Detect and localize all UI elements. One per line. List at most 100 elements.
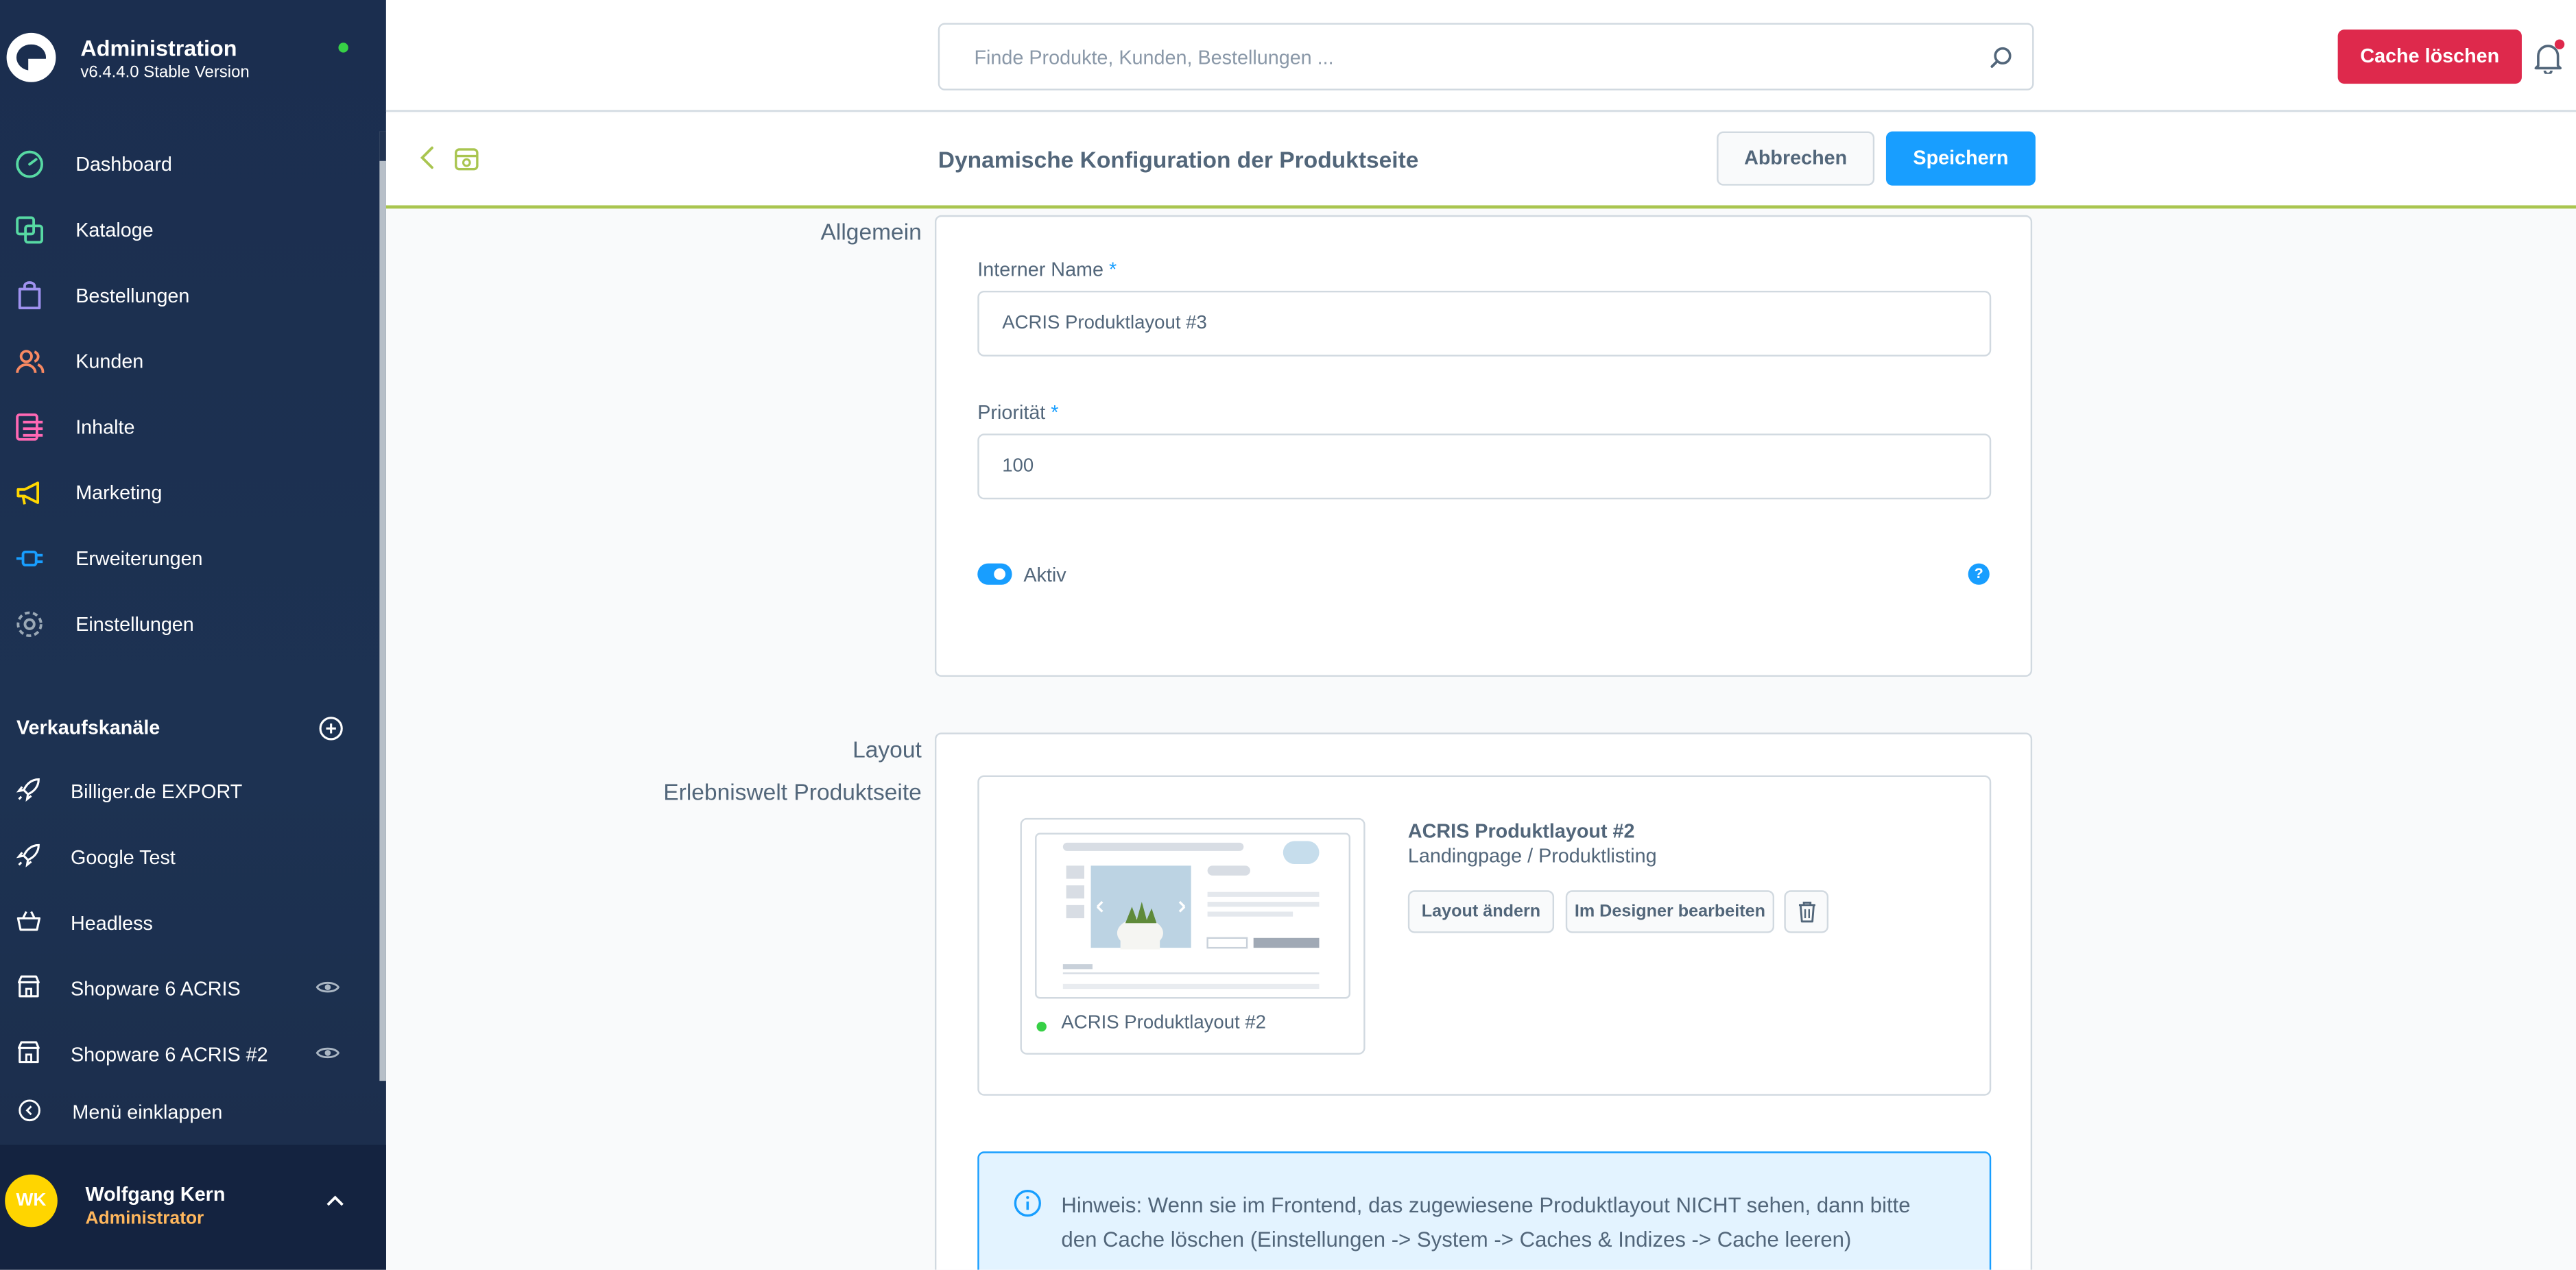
sidebar-item-content[interactable]: Inhalte — [0, 394, 379, 460]
sales-channel-item[interactable]: Shopware 6 ACRIS — [0, 955, 379, 1020]
sidebar-item-label: Einstellungen — [75, 612, 194, 636]
sales-channel-item[interactable]: Billiger.de EXPORT — [0, 757, 379, 823]
general-card: Interner Name * ACRIS Produktlayout #3 P… — [934, 215, 2033, 677]
edit-in-designer-button[interactable]: Im Designer bearbeiten — [1565, 890, 1775, 933]
layout-assignment: ACRIS Produktlayout #2 ACRIS Produktlayo… — [977, 775, 1992, 1096]
layout-preview-card[interactable]: ACRIS Produktlayout #2 — [1020, 817, 1365, 1055]
user-profile[interactable]: WK Wolfgang Kern Administrator — [0, 1145, 386, 1270]
assigned-layout-name: ACRIS Produktlayout #2 — [1407, 819, 1635, 843]
customers-icon — [16, 350, 45, 374]
top-bar: Cache löschen — [385, 0, 2576, 112]
internal-name-label: Interner Name * — [977, 258, 1117, 281]
eye-icon[interactable] — [315, 979, 340, 996]
sidebar-app-title: Administration — [80, 36, 237, 61]
sidebar-item-catalog[interactable]: Kataloge — [0, 197, 379, 263]
sidebar-item-label: Inhalte — [75, 416, 135, 439]
layout-preview-image — [1035, 832, 1351, 999]
sales-channel-item[interactable]: Shopware 6 ACRIS #2 — [0, 1020, 379, 1086]
sidebar-item-settings[interactable]: Einstellungen — [0, 591, 379, 657]
sidebar-item-orders[interactable]: Bestellungen — [0, 263, 379, 328]
cancel-button[interactable]: Abbrechen — [1717, 131, 1875, 186]
priority-label-text: Priorität — [977, 400, 1046, 424]
save-button[interactable]: Speichern — [1885, 131, 2036, 186]
content-icon — [16, 413, 43, 441]
assigned-layout-type: Landingpage / Produktlisting — [1407, 844, 1657, 867]
section-label-general: Allgemein — [820, 218, 922, 245]
sales-channel-item[interactable]: Headless — [0, 889, 379, 955]
sidebar-item-dashboard[interactable]: Dashboard — [0, 132, 379, 197]
sales-channel-item[interactable]: Google Test — [0, 823, 379, 889]
remove-layout-button[interactable] — [1784, 890, 1829, 933]
internal-name-field[interactable]: ACRIS Produktlayout #3 — [977, 290, 1992, 357]
active-label: Aktiv — [1023, 563, 1066, 587]
info-notice: Hinweis: Wenn sie im Frontend, das zugew… — [977, 1151, 1992, 1270]
preview-layout-name: ACRIS Produktlayout #2 — [1061, 1013, 1267, 1033]
dashboard-icon — [16, 150, 43, 178]
search-icon[interactable] — [1990, 46, 2013, 69]
help-icon[interactable]: ? — [1968, 563, 1990, 585]
orders-icon — [18, 281, 41, 310]
required-marker: * — [1051, 400, 1059, 424]
layout-thumbnail — [1062, 841, 1320, 990]
sales-channel-label: Billiger.de EXPORT — [71, 780, 243, 804]
sidebar-item-customers[interactable]: Kunden — [0, 328, 379, 394]
user-name: Wolfgang Kern — [85, 1182, 226, 1206]
shopware-logo[interactable] — [6, 32, 56, 82]
priority-field[interactable]: 100 — [977, 433, 1992, 500]
storefront-icon — [17, 1041, 40, 1064]
sales-channel-label: Shopware 6 ACRIS — [71, 977, 241, 1001]
back-arrow-icon[interactable] — [419, 145, 436, 171]
cms-module-icon — [455, 148, 479, 171]
info-icon — [1014, 1189, 1041, 1217]
info-notice-text: Hinweis: Wenn sie im Frontend, das zugew… — [1061, 1193, 1911, 1252]
rocket-icon — [16, 843, 40, 867]
collapse-menu-button[interactable]: Menü einklappen — [0, 1089, 379, 1135]
sidebar-version: v6.4.4.0 Stable Version — [80, 64, 250, 82]
sidebar-item-label: Kataloge — [75, 218, 154, 242]
trash-icon — [1798, 901, 1815, 923]
change-layout-button[interactable]: Layout ändern — [1407, 890, 1555, 933]
admin-sidebar: Administration v6.4.4.0 Stable Version D… — [0, 0, 386, 1270]
rocket-icon — [16, 778, 40, 802]
section-label-layout: Layout — [852, 736, 922, 763]
catalog-icon — [16, 216, 43, 244]
search-input[interactable] — [941, 26, 1960, 87]
marketing-icon — [16, 481, 40, 505]
sidebar-item-label: Kunden — [75, 350, 144, 373]
sidebar-item-marketing[interactable]: Marketing — [0, 460, 379, 526]
settings-icon — [16, 611, 43, 637]
storefront-icon — [17, 975, 40, 998]
sidebar-item-label: Erweiterungen — [75, 547, 203, 571]
smart-bar: Dynamische Konfiguration der Produktseit… — [385, 113, 2576, 209]
chevron-up-icon[interactable] — [325, 1194, 345, 1207]
section-sublabel-layout: Erlebniswelt Produktseite — [663, 778, 922, 805]
internal-name-label-text: Interner Name — [977, 258, 1104, 281]
basket-icon — [16, 911, 41, 931]
sidebar-header: Administration v6.4.4.0 Stable Version — [0, 0, 379, 115]
status-online-indicator — [338, 43, 348, 53]
sidebar-item-extensions[interactable]: Erweiterungen — [0, 526, 379, 592]
avatar: WK — [5, 1174, 58, 1227]
add-sales-channel-icon[interactable] — [319, 716, 344, 741]
page-title: Dynamische Konfiguration der Produktseit… — [938, 146, 1419, 173]
main-content: Allgemein Interner Name * ACRIS Produktl… — [386, 211, 2576, 1270]
layout-card: ACRIS Produktlayout #2 ACRIS Produktlayo… — [934, 732, 2033, 1270]
sidebar-item-label: Marketing — [75, 481, 163, 505]
clear-cache-button[interactable]: Cache löschen — [2337, 29, 2522, 84]
extensions-icon — [16, 550, 43, 566]
notification-badge — [2554, 39, 2565, 49]
sales-channel-label: Headless — [71, 911, 153, 935]
required-marker: * — [1109, 258, 1117, 281]
active-toggle[interactable] — [977, 563, 1012, 585]
chevron-left-circle-icon — [19, 1099, 40, 1122]
collapse-menu-label: Menü einklappen — [72, 1100, 223, 1124]
priority-label: Priorität * — [977, 400, 1058, 424]
eye-icon[interactable] — [315, 1044, 340, 1061]
user-role: Administrator — [85, 1209, 204, 1229]
status-active-dot — [1036, 1021, 1047, 1032]
global-search — [938, 23, 2034, 91]
sidebar-item-label: Dashboard — [75, 152, 172, 176]
sales-channel-label: Shopware 6 ACRIS #2 — [71, 1043, 268, 1066]
sidebar-scrollbar[interactable] — [379, 131, 386, 1081]
sales-channels-title: Verkaufskanäle — [16, 716, 160, 739]
